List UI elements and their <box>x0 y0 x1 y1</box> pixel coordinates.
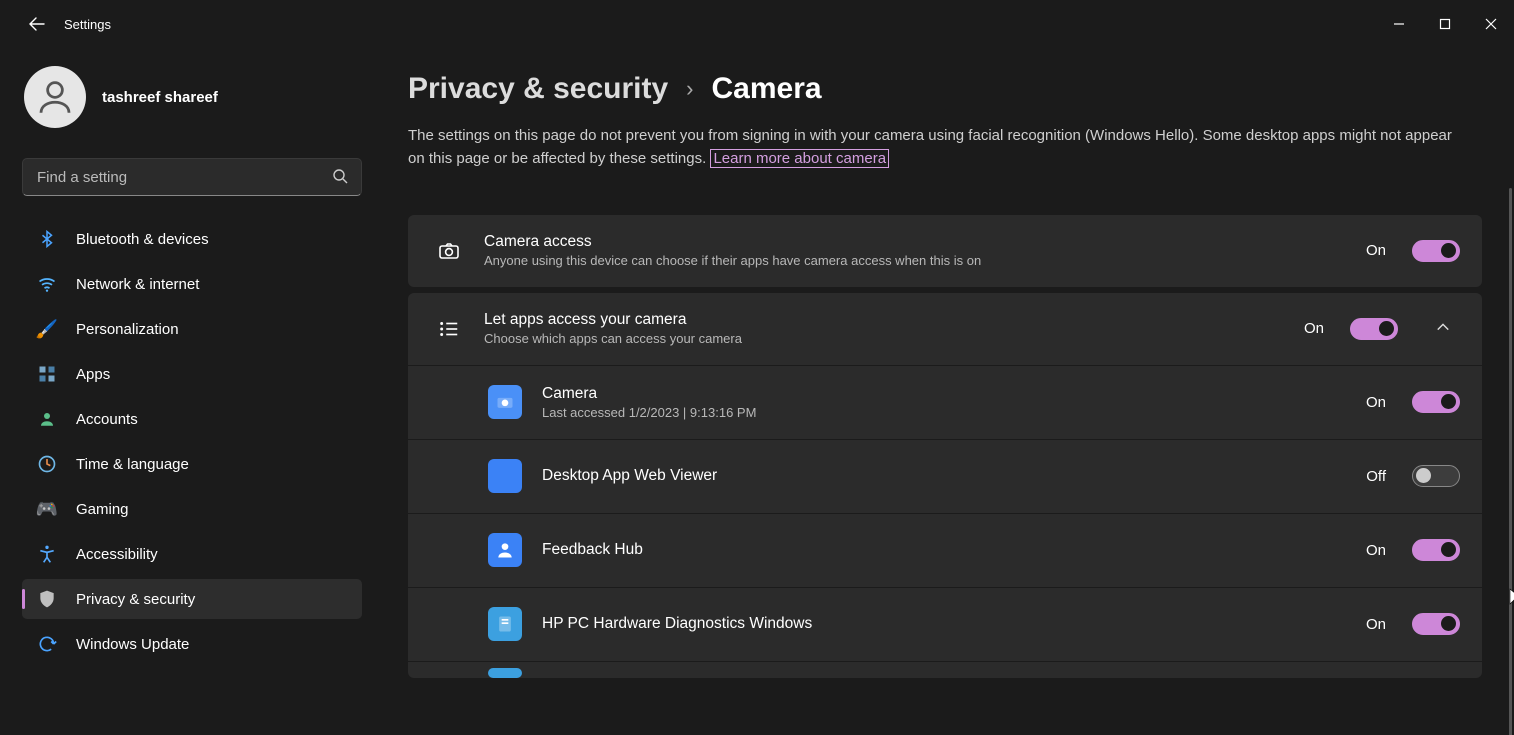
chevron-up-icon[interactable] <box>1426 320 1460 337</box>
minimize-icon <box>1393 18 1405 30</box>
app-icon-webviewer <box>488 459 522 493</box>
camera-access-row[interactable]: Camera access Anyone using this device c… <box>408 215 1482 287</box>
sidebar-item-apps[interactable]: Apps <box>22 354 362 394</box>
shield-icon <box>36 588 58 610</box>
app-toggle-feedback[interactable] <box>1412 539 1460 561</box>
list-icon <box>434 314 464 344</box>
sidebar-item-label: Apps <box>76 366 110 383</box>
sidebar-item-label: Accessibility <box>76 546 158 563</box>
app-name: Camera <box>542 385 1346 403</box>
app-row-camera[interactable]: Camera Last accessed 1/2/2023 | 9:13:16 … <box>408 365 1482 439</box>
profile-block[interactable]: tashreef shareef <box>24 66 372 128</box>
page-title: Camera <box>711 72 821 106</box>
sidebar-item-label: Time & language <box>76 456 189 473</box>
wifi-icon <box>36 273 58 295</box>
sync-icon <box>36 633 58 655</box>
app-state-label: On <box>1366 616 1386 633</box>
camera-icon <box>434 236 464 266</box>
accessibility-icon <box>36 543 58 565</box>
sidebar-item-privacy[interactable]: Privacy & security <box>22 579 362 619</box>
app-icon-feedback <box>488 533 522 567</box>
app-access-toggle[interactable] <box>1350 318 1398 340</box>
close-button[interactable] <box>1468 8 1514 40</box>
sidebar-item-update[interactable]: Windows Update <box>22 624 362 664</box>
app-access-row[interactable]: Let apps access your camera Choose which… <box>408 293 1482 365</box>
app-sub: Last accessed 1/2/2023 | 9:13:16 PM <box>542 405 1346 420</box>
accounts-icon <box>36 408 58 430</box>
sidebar-item-accessibility[interactable]: Accessibility <box>22 534 362 574</box>
app-row-feedback[interactable]: Feedback Hub On <box>408 513 1482 587</box>
back-button[interactable] <box>18 5 56 43</box>
user-name: tashreef shareef <box>102 89 218 106</box>
maximize-icon <box>1439 18 1451 30</box>
sidebar-item-network[interactable]: Network & internet <box>22 264 362 304</box>
search-icon <box>332 168 348 187</box>
sidebar-item-label: Accounts <box>76 411 138 428</box>
app-name: Desktop App Web Viewer <box>542 467 1346 485</box>
app-row-hpdiag[interactable]: HP PC Hardware Diagnostics Windows On <box>408 587 1482 661</box>
app-access-title: Let apps access your camera <box>484 311 1284 329</box>
sidebar: tashreef shareef Bluetooth & devices Net… <box>0 48 380 735</box>
app-access-card: Let apps access your camera Choose which… <box>408 293 1482 678</box>
app-icon-camera <box>488 385 522 419</box>
title-bar: Settings <box>0 0 1514 48</box>
sidebar-item-label: Gaming <box>76 501 129 518</box>
search-input[interactable] <box>22 158 362 196</box>
window-controls <box>1376 8 1514 40</box>
minimize-button[interactable] <box>1376 8 1422 40</box>
search-box[interactable] <box>22 158 362 196</box>
bluetooth-icon <box>36 228 58 250</box>
app-toggle-hpdiag[interactable] <box>1412 613 1460 635</box>
sidebar-item-personalization[interactable]: 🖌️ Personalization <box>22 309 362 349</box>
close-icon <box>1485 18 1497 30</box>
app-state-label: On <box>1366 394 1386 411</box>
app-title: Settings <box>64 17 111 32</box>
sidebar-item-accounts[interactable]: Accounts <box>22 399 362 439</box>
sidebar-item-label: Bluetooth & devices <box>76 231 209 248</box>
app-row-webviewer[interactable]: Desktop App Web Viewer Off <box>408 439 1482 513</box>
globe-clock-icon <box>36 453 58 475</box>
camera-access-title: Camera access <box>484 233 1346 251</box>
app-toggle-webviewer[interactable] <box>1412 465 1460 487</box>
app-name: HP PC Hardware Diagnostics Windows <box>542 615 1346 633</box>
camera-access-state: On <box>1366 242 1386 259</box>
nav-list: Bluetooth & devices Network & internet 🖌… <box>20 214 372 735</box>
app-toggle-camera[interactable] <box>1412 391 1460 413</box>
gamepad-icon: 🎮 <box>36 498 58 520</box>
back-arrow-icon <box>29 16 45 32</box>
learn-more-link[interactable]: Learn more about camera <box>710 149 889 168</box>
maximize-button[interactable] <box>1422 8 1468 40</box>
avatar <box>24 66 86 128</box>
sidebar-item-gaming[interactable]: 🎮 Gaming <box>22 489 362 529</box>
camera-access-toggle[interactable] <box>1412 240 1460 262</box>
page-description: The settings on this page do not prevent… <box>408 124 1468 171</box>
sidebar-item-bluetooth[interactable]: Bluetooth & devices <box>22 219 362 259</box>
app-state-label: On <box>1366 542 1386 559</box>
app-row-partial[interactable] <box>408 661 1482 678</box>
sidebar-item-label: Network & internet <box>76 276 199 293</box>
sidebar-item-time[interactable]: Time & language <box>22 444 362 484</box>
app-name: Feedback Hub <box>542 541 1346 559</box>
scrollbar[interactable] <box>1509 188 1512 735</box>
brush-icon: 🖌️ <box>36 318 58 340</box>
chevron-right-icon: › <box>686 76 693 102</box>
app-state-label: Off <box>1366 468 1386 485</box>
description-text: The settings on this page do not prevent… <box>408 127 1452 167</box>
app-icon-hpdiag <box>488 607 522 641</box>
breadcrumb-parent[interactable]: Privacy & security <box>408 72 668 106</box>
sidebar-item-label: Privacy & security <box>76 591 195 608</box>
content-pane: Privacy & security › Camera The settings… <box>380 48 1514 735</box>
sidebar-item-label: Personalization <box>76 321 179 338</box>
app-access-sub: Choose which apps can access your camera <box>484 331 1284 346</box>
camera-access-card: Camera access Anyone using this device c… <box>408 215 1482 287</box>
breadcrumb: Privacy & security › Camera <box>408 72 1482 106</box>
apps-icon <box>36 363 58 385</box>
camera-access-sub: Anyone using this device can choose if t… <box>484 253 1346 268</box>
sidebar-item-label: Windows Update <box>76 636 189 653</box>
app-access-state: On <box>1304 320 1324 337</box>
app-icon-partial <box>488 668 522 678</box>
person-icon <box>34 76 76 118</box>
